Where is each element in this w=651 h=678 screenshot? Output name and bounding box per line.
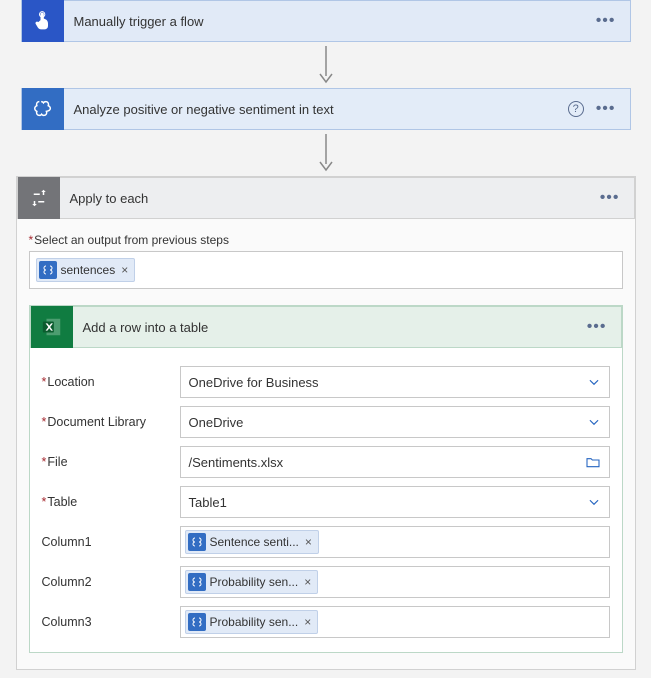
step-analyze-sentiment[interactable]: Analyze positive or negative sentiment i… xyxy=(21,88,631,130)
more-icon[interactable]: ••• xyxy=(596,13,616,29)
token-probability-1[interactable]: Probability sen... × xyxy=(185,570,319,594)
remove-token-icon[interactable]: × xyxy=(119,263,128,277)
remove-token-icon[interactable]: × xyxy=(303,535,312,549)
row-location: *Location OneDrive for Business xyxy=(42,366,610,398)
step-apply-to-each: Apply to each ••• *Select an output from… xyxy=(16,176,636,670)
output-selector[interactable]: sentences × xyxy=(29,251,623,289)
field-label: *Select an output from previous steps xyxy=(29,233,623,247)
file-picker[interactable]: /Sentiments.xlsx xyxy=(180,446,610,478)
row-file: *File /Sentiments.xlsx xyxy=(42,446,610,478)
step-manual-trigger[interactable]: Manually trigger a flow ••• xyxy=(21,0,631,42)
step-title: Add a row into a table xyxy=(73,320,587,335)
dynamic-content-icon xyxy=(188,533,206,551)
loop-icon xyxy=(18,177,60,219)
more-icon[interactable]: ••• xyxy=(600,190,620,206)
apply-header[interactable]: Apply to each ••• xyxy=(17,177,635,219)
remove-token-icon[interactable]: × xyxy=(302,575,311,589)
location-select[interactable]: OneDrive for Business xyxy=(180,366,610,398)
column3-input[interactable]: Probability sen... × xyxy=(180,606,610,638)
chevron-down-icon xyxy=(587,495,601,509)
help-icon[interactable]: ? xyxy=(568,101,584,117)
doclib-select[interactable]: OneDrive xyxy=(180,406,610,438)
field-label: *Location xyxy=(42,375,172,389)
brain-icon xyxy=(22,88,64,130)
field-label: Column1 xyxy=(42,535,172,549)
arrow-connector xyxy=(8,46,643,86)
field-label: Column3 xyxy=(42,615,172,629)
step-title: Apply to each xyxy=(60,191,600,206)
step-title: Manually trigger a flow xyxy=(64,14,596,29)
excel-form: *Location OneDrive for Business *Documen… xyxy=(30,348,622,652)
row-column2: Column2 Probability sen... × xyxy=(42,566,610,598)
step-add-row-excel: Add a row into a table ••• *Location One… xyxy=(29,305,623,653)
excel-header[interactable]: Add a row into a table ••• xyxy=(30,306,622,348)
more-icon[interactable]: ••• xyxy=(587,319,607,335)
token-sentence-sentiment[interactable]: Sentence senti... × xyxy=(185,530,319,554)
more-icon[interactable]: ••• xyxy=(596,101,616,117)
field-label: *Document Library xyxy=(42,415,172,429)
field-label: *Table xyxy=(42,495,172,509)
step-title: Analyze positive or negative sentiment i… xyxy=(64,102,568,117)
folder-icon[interactable] xyxy=(585,454,601,470)
field-label: *File xyxy=(42,455,172,469)
column1-input[interactable]: Sentence senti... × xyxy=(180,526,610,558)
row-column1: Column1 Sentence senti... × xyxy=(42,526,610,558)
row-table: *Table Table1 xyxy=(42,486,610,518)
column2-input[interactable]: Probability sen... × xyxy=(180,566,610,598)
excel-icon xyxy=(31,306,73,348)
chevron-down-icon xyxy=(587,375,601,389)
token-probability-2[interactable]: Probability sen... × xyxy=(185,610,319,634)
row-column3: Column3 Probability sen... × xyxy=(42,606,610,638)
dynamic-content-icon xyxy=(39,261,57,279)
table-select[interactable]: Table1 xyxy=(180,486,610,518)
chevron-down-icon xyxy=(587,415,601,429)
remove-token-icon[interactable]: × xyxy=(302,615,311,629)
token-sentences[interactable]: sentences × xyxy=(36,258,136,282)
dynamic-content-icon xyxy=(188,613,206,631)
flow-canvas: Manually trigger a flow ••• Analyze posi… xyxy=(0,0,651,678)
arrow-connector xyxy=(8,134,643,174)
touch-icon xyxy=(22,0,64,42)
field-label: Column2 xyxy=(42,575,172,589)
row-document-library: *Document Library OneDrive xyxy=(42,406,610,438)
dynamic-content-icon xyxy=(188,573,206,591)
